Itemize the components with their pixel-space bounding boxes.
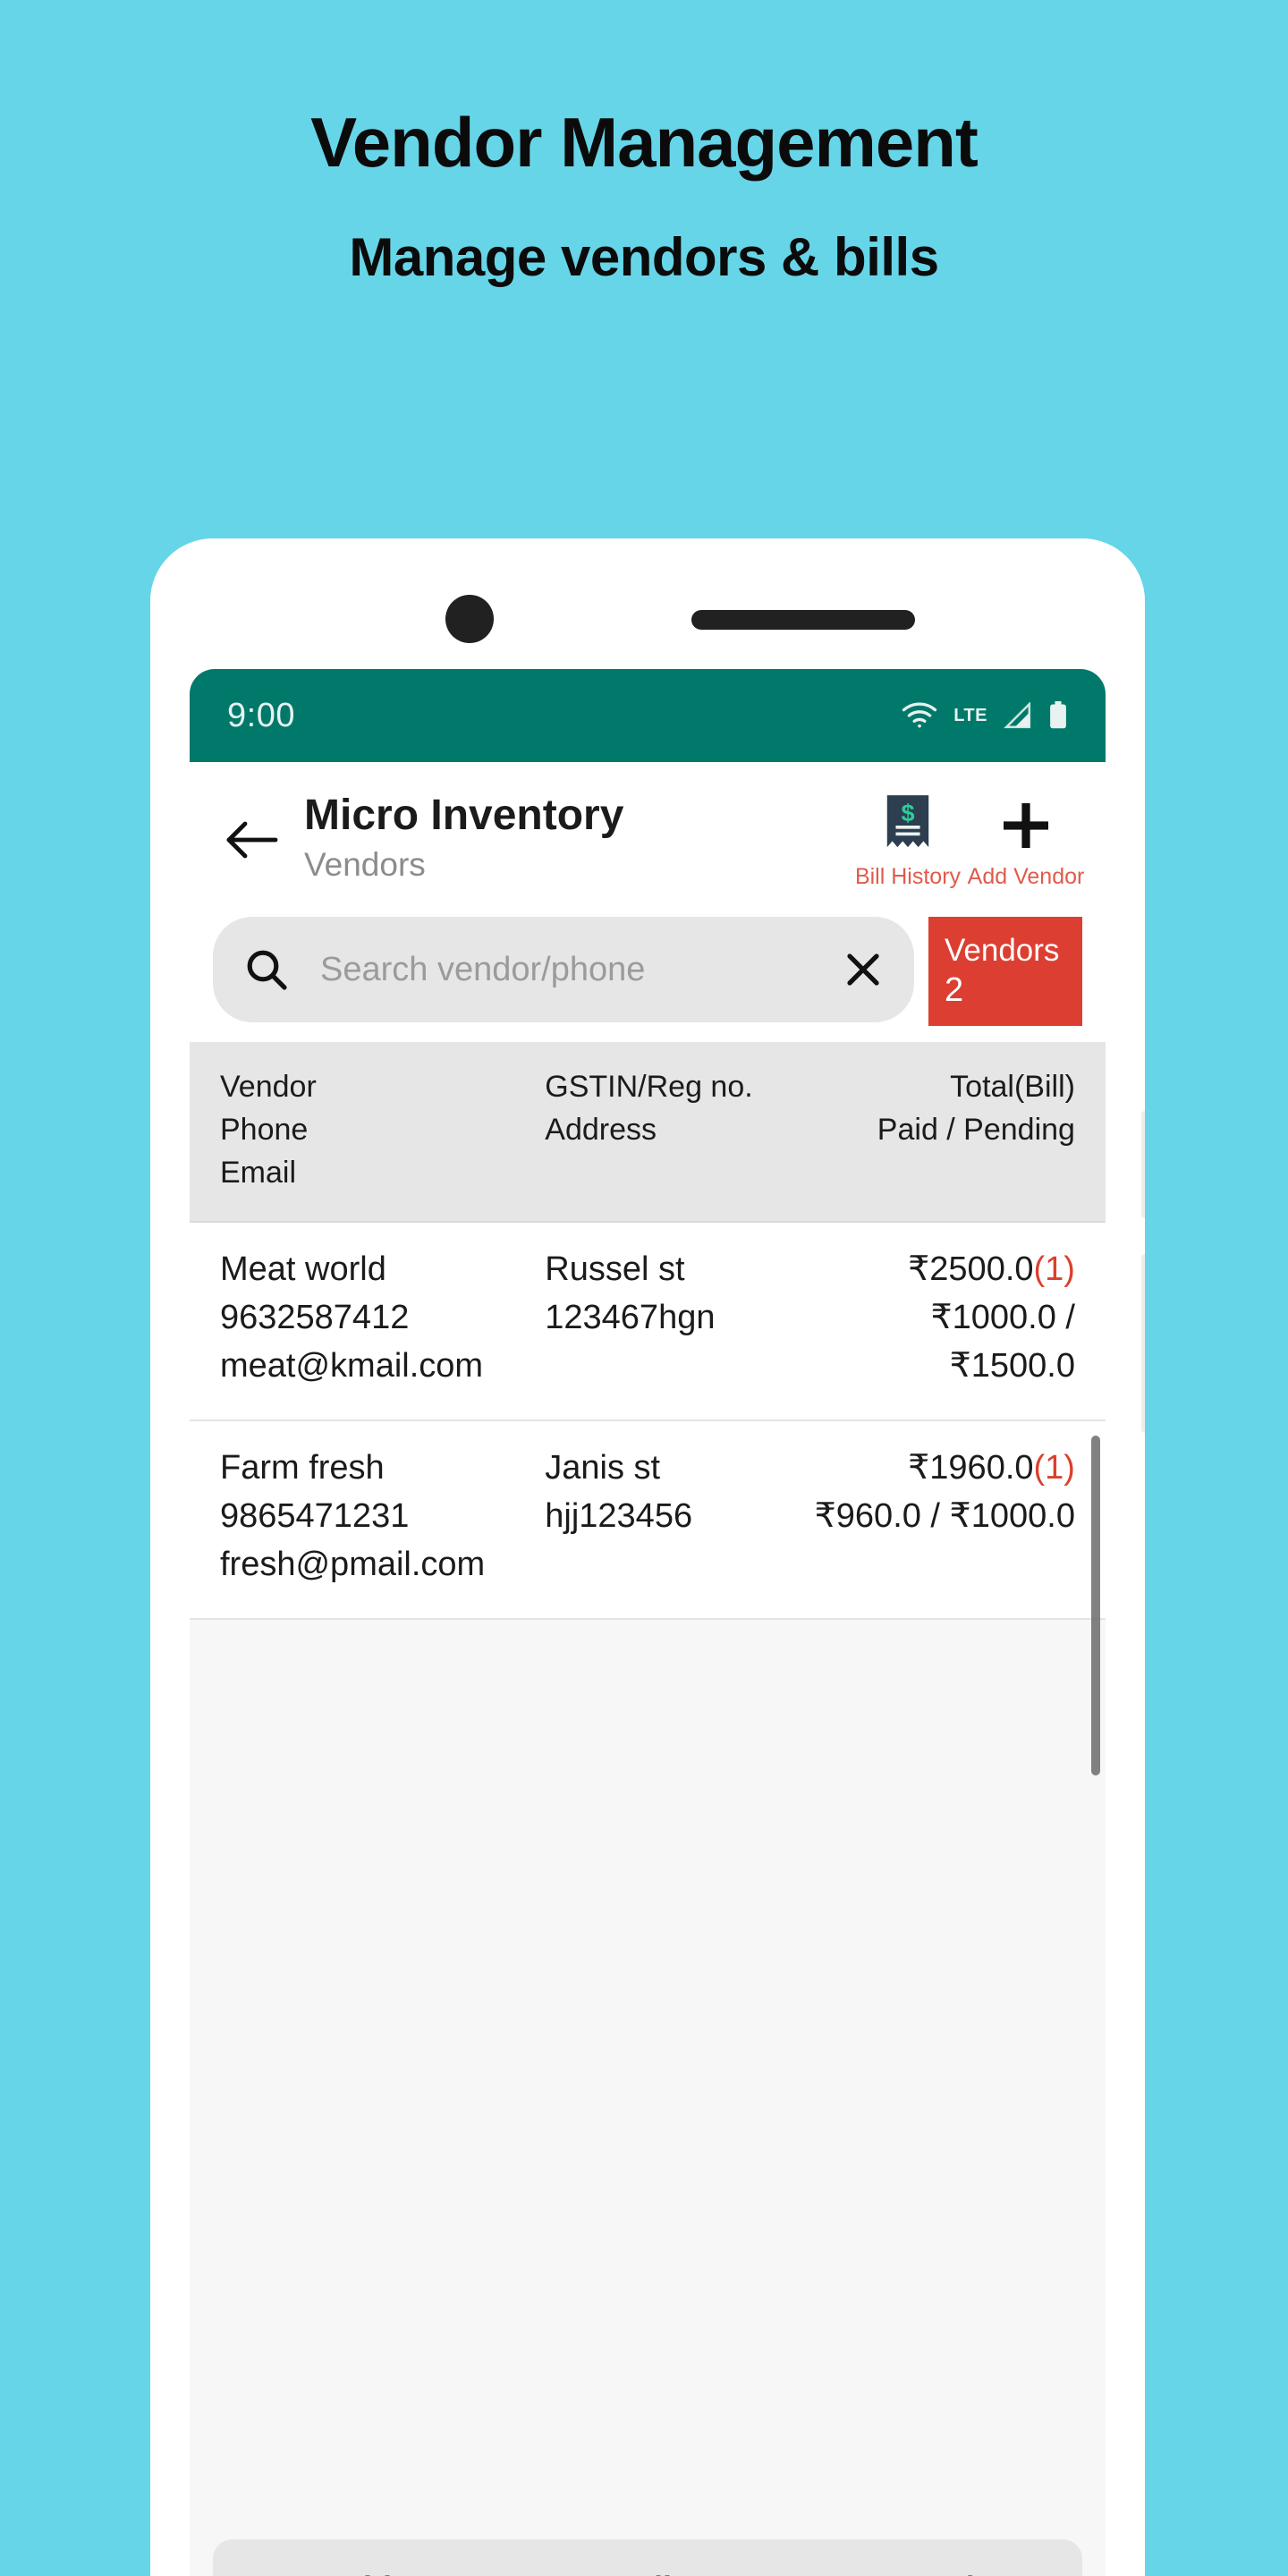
- page-title: Micro Inventory: [304, 792, 624, 839]
- header-gstin: GSTIN/Reg no.: [545, 1069, 753, 1104]
- signal-icon: [1004, 702, 1032, 729]
- phone-screen: 9:00 LTE Micro Inventory Vendors $ Bill …: [190, 669, 1106, 2576]
- plus-icon: [998, 791, 1054, 860]
- row-total-amount: ₹2500.0: [908, 1250, 1034, 1289]
- row-paid-pending: ₹1000.0 / ₹1500.0: [930, 1299, 1075, 1385]
- header-paid-pending: Paid / Pending: [877, 1112, 1075, 1147]
- app-bar-titles: Micro Inventory Vendors: [290, 785, 852, 886]
- row-bill-count: (1): [1033, 1250, 1075, 1289]
- phone-side-button-bottom: [1141, 1254, 1145, 1433]
- vendors-badge-count: 2: [945, 971, 964, 1010]
- row-vendor-phone: 9865471231: [220, 1497, 410, 1536]
- empty-list-area: [190, 1620, 1106, 2576]
- bill-history-label: Bill History: [854, 864, 962, 889]
- header-vendor: Vendor: [220, 1069, 317, 1104]
- table-row[interactable]: Farm fresh 9865471231 fresh@pmail.com Ja…: [190, 1421, 1106, 1621]
- phone-bezel-top: [150, 538, 1145, 669]
- back-button[interactable]: [213, 801, 290, 878]
- phone-mockup: 9:00 LTE Micro Inventory Vendors $ Bill …: [150, 538, 1145, 2576]
- row-vendor-gstin: Janis st: [545, 1449, 661, 1487]
- row-gstin-cell: Janis st hjj123456: [545, 1445, 801, 1589]
- row-vendor-email: meat@kmail.com: [220, 1347, 484, 1385]
- row-vendor-phone: 9632587412: [220, 1299, 410, 1337]
- add-vendor-label: Add Vendor: [967, 864, 1085, 889]
- row-vendor-name: Meat world: [220, 1250, 386, 1289]
- row-total-cell: ₹1960.0(1) ₹960.0 / ₹1000.0: [801, 1445, 1075, 1589]
- table-header-col-total: Total(Bill) Paid / Pending: [801, 1065, 1075, 1195]
- svg-text:$: $: [901, 800, 914, 826]
- close-icon[interactable]: [832, 949, 884, 990]
- search-box[interactable]: [213, 917, 914, 1022]
- vendor-table: Vendor Phone Email GSTIN/Reg no. Address…: [190, 1041, 1106, 2576]
- vendors-count-badge: Vendors 2: [928, 917, 1082, 1026]
- phone-side-button-top: [1141, 1111, 1145, 1218]
- app-bar: Micro Inventory Vendors $ Bill History A…: [190, 762, 1106, 906]
- summary-header-total: Total: [792, 2539, 1082, 2576]
- receipt-dollar-icon: $: [882, 791, 934, 860]
- search-icon: [243, 946, 290, 993]
- earpiece-speaker: [691, 610, 915, 630]
- row-vendor-cell: Farm fresh 9865471231 fresh@pmail.com: [220, 1445, 545, 1589]
- row-vendor-cell: Meat world 9632587412 meat@kmail.com: [220, 1246, 545, 1391]
- row-vendor-name: Farm fresh: [220, 1449, 385, 1487]
- summary-table: Paid Pending Total ₹ 1960.0 ₹ 2500.0 ₹ 4…: [213, 2539, 1082, 2576]
- row-vendor-gstin: Russel st: [545, 1250, 685, 1289]
- row-bill-count: (1): [1033, 1449, 1075, 1487]
- status-time: 9:00: [227, 696, 295, 734]
- promo-header: Vendor Management Manage vendors & bills: [0, 0, 1288, 284]
- header-email: Email: [220, 1156, 297, 1191]
- row-total-line: ₹2500.0(1): [801, 1246, 1075, 1294]
- summary-header-row: Paid Pending Total: [213, 2539, 1082, 2576]
- search-row: Vendors 2: [190, 906, 1106, 1042]
- summary-header-paid: Paid: [213, 2539, 503, 2576]
- table-header-col-gstin: GSTIN/Reg no. Address: [545, 1065, 801, 1195]
- app-bar-actions: $ Bill History Add Vendor: [852, 785, 1085, 890]
- bill-history-button[interactable]: $ Bill History: [852, 791, 964, 890]
- table-row[interactable]: Meat world 9632587412 meat@kmail.com Rus…: [190, 1223, 1106, 1422]
- promo-subtitle: Manage vendors & bills: [349, 227, 939, 287]
- lte-label: LTE: [953, 705, 987, 725]
- search-input[interactable]: [290, 950, 832, 989]
- add-vendor-button[interactable]: Add Vendor: [967, 791, 1085, 890]
- status-bar: 9:00 LTE: [190, 669, 1106, 762]
- table-header-col-vendor: Vendor Phone Email: [220, 1065, 545, 1195]
- page-subtitle: Vendors: [304, 846, 426, 884]
- header-phone: Phone: [220, 1112, 309, 1147]
- row-paid-pending: ₹960.0 / ₹1000.0: [814, 1497, 1075, 1536]
- row-total-amount: ₹1960.0: [908, 1449, 1034, 1487]
- row-vendor-email: fresh@pmail.com: [220, 1546, 486, 1584]
- battery-icon: [1048, 701, 1068, 730]
- header-total-bill: Total(Bill): [950, 1069, 1075, 1104]
- row-vendor-address: hjj123456: [545, 1497, 693, 1536]
- status-icons: LTE: [902, 701, 1068, 730]
- vendors-badge-label: Vendors: [945, 933, 1060, 968]
- promo-title: Vendor Management: [310, 103, 979, 182]
- row-gstin-cell: Russel st 123467hgn: [545, 1246, 801, 1391]
- table-header: Vendor Phone Email GSTIN/Reg no. Address…: [190, 1041, 1106, 1224]
- header-address: Address: [545, 1112, 657, 1147]
- summary-header-pending: Pending: [503, 2539, 792, 2576]
- vertical-scrollbar[interactable]: [1091, 1435, 1100, 1775]
- camera-icon: [445, 595, 494, 643]
- table-rows: Meat world 9632587412 meat@kmail.com Rus…: [190, 1223, 1106, 1621]
- row-total-cell: ₹2500.0(1) ₹1000.0 / ₹1500.0: [801, 1246, 1075, 1391]
- row-total-line: ₹1960.0(1): [801, 1445, 1075, 1493]
- summary-wrapper: Paid Pending Total ₹ 1960.0 ₹ 2500.0 ₹ 4…: [190, 2539, 1106, 2576]
- row-vendor-address: 123467hgn: [545, 1299, 716, 1337]
- wifi-icon: [902, 702, 937, 729]
